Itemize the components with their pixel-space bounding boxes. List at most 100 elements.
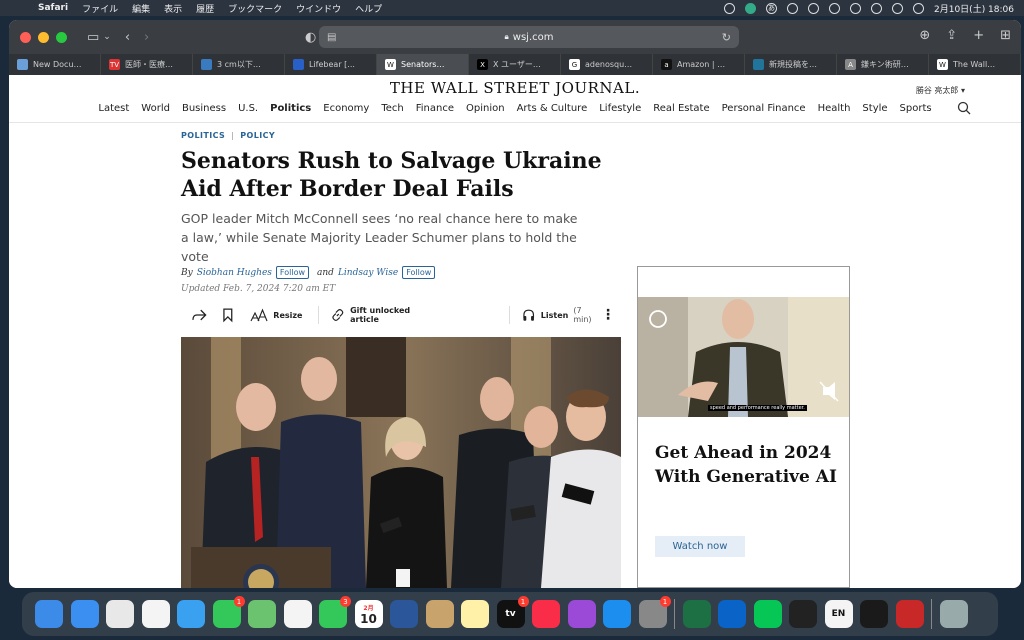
search-icon[interactable] [892,2,903,14]
dock-music-icon[interactable] [532,600,560,628]
dock-podcasts-icon[interactable] [567,600,596,628]
ad-headline[interactable]: Get Ahead in 2024 With Generative AI [655,441,845,489]
share-icon[interactable]: ⇪ [946,28,957,43]
watch-now-button[interactable]: Watch now [655,536,745,557]
nav-item-finance[interactable]: Finance [410,103,460,114]
nav-item-opinion[interactable]: Opinion [460,103,511,114]
forward-icon[interactable]: › [144,30,149,45]
nav-item-lifestyle[interactable]: Lifestyle [593,103,647,114]
search-icon[interactable] [957,101,971,115]
wifi-icon[interactable] [871,2,882,14]
nav-item-health[interactable]: Health [812,103,857,114]
listen-button[interactable]: Listen (7 min) [522,306,601,324]
ad-video[interactable]: speed and performance really matter. [638,297,849,417]
play-icon[interactable] [850,2,861,14]
nav-item-real-estate[interactable]: Real Estate [647,103,715,114]
dock-excel-icon[interactable] [682,600,711,628]
dock-mail-icon[interactable] [70,600,99,628]
dock-reminders-icon[interactable] [141,600,170,628]
dock-photos-icon[interactable] [283,600,312,628]
address-bar[interactable]: ▤ 🔒︎ wsj.com ↻ [319,26,739,48]
focus-moon-icon[interactable] [808,2,819,14]
browser-tab[interactable]: 3 cm以下… [193,54,285,75]
dock-apple-tv-icon[interactable]: tv 1 [496,596,529,628]
nav-item-tech[interactable]: Tech [375,103,409,114]
reader-icon[interactable]: ▤ [327,32,336,43]
dock-facetime-icon[interactable]: 3 [319,596,351,628]
dock-outlook-icon[interactable] [718,600,746,628]
browser-tab[interactable]: a Amazon | … [653,54,745,75]
user-account-menu[interactable]: 勝谷 亮太郎 ▾ [916,85,965,96]
dock-calendar-icon[interactable]: 2月 10 [354,600,383,628]
browser-tab[interactable]: New Docu… [9,54,101,75]
nav-item-personal-finance[interactable]: Personal Finance [716,103,812,114]
tab-overview-icon[interactable]: ⊞ [1000,28,1011,43]
follow-author-2-button[interactable]: Follow [402,266,436,279]
dock-notes-icon[interactable] [461,600,489,628]
nav-item-u-s-[interactable]: U.S. [232,103,264,114]
sidebar-icon[interactable]: ▭ [87,30,99,45]
kicker-policy-link[interactable]: POLICY [240,131,275,140]
browser-tab[interactable]: A 鎌キン術研… [837,54,929,75]
menu-view[interactable]: 表示 [164,2,182,15]
dock-word-icon[interactable] [390,600,418,628]
browser-tab[interactable]: W Senators… [377,54,469,75]
menu-file[interactable]: ファイル [82,2,118,15]
dock-maps-icon[interactable] [248,600,276,628]
wsj-logo[interactable]: THE WALL STREET JOURNAL. [9,79,1021,97]
dock-preview-icon[interactable] [895,600,924,628]
browser-tab[interactable]: Lifebear [... [285,54,377,75]
menu-history[interactable]: 履歴 [196,2,214,15]
resize-button[interactable]: Resize [250,308,302,322]
back-icon[interactable]: ‹ [125,30,130,45]
dock-en-input-icon[interactable]: EN [824,600,853,628]
author-link-2[interactable]: Lindsay Wise [338,268,398,278]
kicker-politics-link[interactable]: POLITICS [181,131,225,140]
nav-item-economy[interactable]: Economy [317,103,375,114]
menu-help[interactable]: ヘルプ [355,2,382,15]
nav-item-world[interactable]: World [135,103,176,114]
menu-edit[interactable]: 編集 [132,2,150,15]
dock-kindle-icon[interactable] [860,600,888,628]
dock-line-icon[interactable] [753,600,782,628]
nav-item-politics[interactable]: Politics [264,103,317,114]
download-icon[interactable]: ⊕ [919,28,930,43]
menu-app-name[interactable]: Safari [38,3,68,13]
ad-panel[interactable]: speed and performance really matter. Get… [637,266,850,588]
minimize-window-button[interactable] [38,31,49,43]
browser-tab[interactable]: TV 医師・医療… [101,54,193,75]
line-status-icon[interactable] [745,2,756,14]
menu-window[interactable]: ウインドウ [296,2,341,15]
url-text[interactable]: wsj.com [513,32,554,43]
dock-app-store-icon[interactable] [603,600,631,628]
chevron-down-icon[interactable]: ⌄ [103,32,111,42]
dock-system-settings-icon[interactable]: 1 [638,596,671,628]
input-method-icon[interactable]: あ [766,2,777,14]
nav-item-arts-culture[interactable]: Arts & Culture [511,103,594,114]
author-link-1[interactable]: Siobhan Hughes [197,268,272,278]
dock-messages-icon[interactable]: 1 [212,596,245,628]
nav-item-style[interactable]: Style [856,103,893,114]
menu-clock[interactable]: 2月10日(土) 18:06 [934,2,1014,15]
menu-bookmarks[interactable]: ブックマーク [228,2,282,15]
nav-item-business[interactable]: Business [176,103,232,114]
follow-author-1-button[interactable]: Follow [275,266,309,279]
new-tab-icon[interactable]: + [973,28,984,43]
browser-tab[interactable]: Gadenosqu… [561,54,653,75]
control-center-icon[interactable] [913,2,924,14]
browser-tab[interactable]: W The Wall… [929,54,1021,75]
more-options-icon[interactable]: ⋮ [601,308,615,322]
time-machine-icon[interactable] [787,2,798,14]
dock-launchpad-icon[interactable] [106,600,134,628]
zoom-window-button[interactable] [56,31,67,43]
dock-contacts-icon[interactable] [425,600,454,628]
gift-article-button[interactable]: Gift unlocked article [331,306,439,324]
dock-finder-icon[interactable] [35,600,63,628]
close-window-button[interactable] [20,31,31,43]
article-photo[interactable] [181,337,621,588]
browser-tab[interactable]: X X ユーザー… [469,54,561,75]
nav-item-latest[interactable]: Latest [92,103,135,114]
dock-trash-icon[interactable] [939,600,968,628]
battery-icon[interactable] [829,2,840,14]
dock-stocks-icon[interactable] [789,600,817,628]
